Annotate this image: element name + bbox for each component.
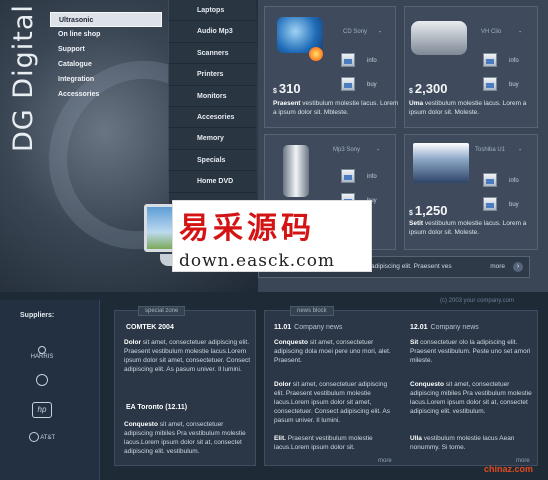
info-box-icon	[483, 53, 497, 67]
suppliers-label: Suppliers:	[20, 312, 55, 319]
product-title: Mp3 Sony	[333, 147, 361, 153]
product-title: Toshiba U1	[475, 147, 506, 153]
laptop-icon	[413, 143, 469, 183]
news-item: Dolor sit amet, consectetuer adipiscing …	[274, 381, 390, 424]
info-button[interactable]: info	[503, 175, 531, 187]
watermark-title: 易采源码	[179, 211, 315, 246]
brand-logo: DG Digital	[6, 4, 46, 152]
category-monitors[interactable]: Monitors	[169, 86, 256, 107]
category-specials[interactable]: Specials	[169, 150, 256, 172]
special-zone-tab: special zone	[138, 306, 186, 316]
buy-button[interactable]: buy	[503, 79, 531, 91]
supplier-seal-icon[interactable]	[22, 374, 62, 386]
left-nav-item-integration[interactable]: Integration	[50, 72, 162, 87]
info-button[interactable]: info	[503, 55, 531, 67]
category-laptops[interactable]: Laptops	[169, 0, 256, 22]
promo-text: adipiscing elit. Praesent ves	[371, 263, 452, 270]
product-title: CD Sony	[343, 29, 368, 35]
special-item-text: Conquesto sit amet, consectetuer adipisc…	[124, 421, 246, 455]
promo-more-link[interactable]: more	[490, 263, 505, 270]
special-item-title: COMTEK 2004	[126, 324, 174, 331]
category-scanners[interactable]: Scanners	[169, 43, 256, 65]
footer-brand: chinaz.com	[484, 464, 534, 474]
harris-logo-icon[interactable]: HARRIS	[22, 346, 62, 360]
news-more-link[interactable]: more	[378, 458, 392, 464]
buy-button[interactable]: buy	[503, 199, 531, 211]
product-description: Praesent vestibulum molestie lacus. Lore…	[273, 100, 399, 116]
arrow-right-icon[interactable]: ›	[513, 262, 523, 272]
category-home-dvd[interactable]: Home DVD	[169, 171, 256, 193]
category-accesories[interactable]: Accesories	[169, 107, 256, 129]
product-title: VH Clio	[481, 29, 502, 35]
product-card-toshiba-u1: Toshiba U1 - info buy $1,250 Setit vesti…	[404, 134, 538, 250]
mp3-player-icon	[283, 145, 309, 197]
suppliers-panel	[0, 300, 100, 480]
att-logo-icon[interactable]: AT&T	[22, 432, 62, 443]
category-nav: Laptops Audio Mp3 Scanners Printers Moni…	[168, 0, 256, 210]
dash-icon: -	[379, 29, 382, 36]
left-nav-item-online-shop[interactable]: On line shop	[50, 27, 162, 42]
product-description: Uma vestibulum molestie lacus. Lorem a i…	[409, 100, 527, 116]
buy-box-icon	[341, 77, 355, 91]
dash-icon: -	[519, 29, 522, 36]
product-price: $2,300	[409, 81, 448, 96]
watermark-banner: 易采源码 down.easck.com	[172, 200, 372, 272]
news-block-tab: news block	[290, 306, 334, 316]
product-price: $310	[273, 81, 301, 96]
info-box-icon	[341, 53, 355, 67]
hp-logo-icon[interactable]: hp	[22, 402, 62, 418]
special-item-text: Dolor sit amet, consectetuer adipiscing …	[124, 339, 251, 373]
left-nav-item-catalogue[interactable]: Catalogue	[50, 57, 162, 72]
product-description: Setit vestibulum molestie lacus. Lorem a…	[409, 220, 527, 236]
buy-box-icon	[483, 77, 497, 91]
brand-name: DG Digital	[8, 4, 39, 152]
category-memory[interactable]: Memory	[169, 128, 256, 150]
info-box-icon	[483, 173, 497, 187]
news-date-header: 11.01 Company news	[274, 324, 343, 331]
category-audio-mp3[interactable]: Audio Mp3	[169, 21, 256, 43]
starburst-icon	[309, 47, 323, 61]
news-item: Sit consectetuer olo la adipiscing elit.…	[410, 339, 531, 364]
watermark-url: down.easck.com	[179, 251, 336, 271]
product-card-cd-sony: CD Sony - info buy $310 Praesent vestibu…	[264, 6, 398, 128]
dash-icon: -	[519, 147, 522, 154]
buy-button[interactable]: buy	[361, 79, 389, 91]
left-nav: Ultrasonic On line shop Support Catalogu…	[50, 12, 162, 102]
special-item-title: EA Toronto (12.11)	[126, 404, 188, 411]
news-item: Conquesto sit amet, consectetuer adipisc…	[274, 339, 391, 364]
news-item: Ulla vestibulum molestie lacus Aean nonu…	[410, 435, 515, 451]
product-price: $1,250	[409, 203, 448, 218]
dash-icon: -	[377, 147, 380, 154]
info-box-icon	[341, 169, 355, 183]
camcorder-icon	[411, 21, 467, 55]
left-nav-item-accessories[interactable]: Accessories	[50, 87, 162, 102]
news-date-header: 12.01 Company news	[410, 324, 479, 331]
copyright: (c) 2003 your company.com	[440, 298, 514, 304]
info-button[interactable]: info	[361, 55, 389, 67]
buy-box-icon	[483, 197, 497, 211]
product-card-vh-clio: VH Clio - info buy $2,300 Uma vestibulum…	[404, 6, 538, 128]
category-printers[interactable]: Printers	[169, 64, 256, 86]
left-nav-item-ultrasonic[interactable]: Ultrasonic	[50, 12, 162, 27]
info-button[interactable]: info	[361, 171, 389, 183]
left-nav-item-support[interactable]: Support	[50, 42, 162, 57]
news-item: Conquesto sit amet, consectetuer adipisc…	[410, 381, 532, 415]
news-item: Elit. Praesent vestibulum molestie lacus…	[274, 435, 373, 451]
